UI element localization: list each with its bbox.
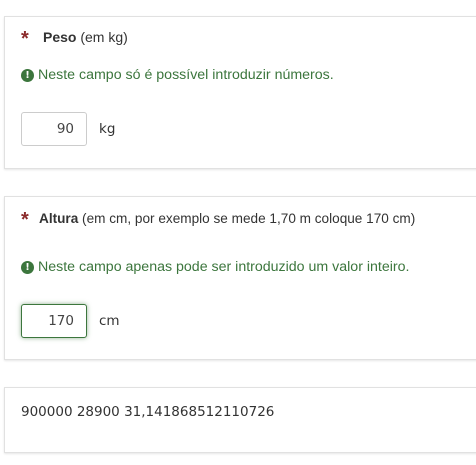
validation-tip-text: Neste campo só é possível introduzir núm… [38, 67, 334, 83]
exclamation-circle-icon: ! [21, 260, 34, 274]
question-label: * Altura (em cm, por exemplo se mede 1,70… [21, 209, 415, 232]
required-asterisk: * [21, 28, 29, 50]
numeric-answer-row: kg [21, 112, 115, 146]
exclamation-circle-icon: ! [21, 68, 34, 82]
question-title: Peso [43, 29, 77, 45]
question-altura: * Altura (em cm, por exemplo se mede 1,70… [4, 196, 476, 360]
equation-result-text: 900000 28900 31,141868512110726 [21, 404, 275, 420]
peso-input[interactable] [21, 112, 87, 146]
question-subtitle: (em kg) [76, 29, 128, 45]
altura-input[interactable] [21, 304, 87, 338]
question-subtitle: (em cm, por exemplo se mede 1,70 m coloq… [78, 211, 416, 226]
numeric-answer-row: cm [21, 304, 120, 338]
question-peso: * Peso (em kg) ! Neste campo só é possíve… [4, 16, 476, 169]
question-label: * Peso (em kg) [21, 28, 128, 51]
question-title: Altura [39, 211, 79, 226]
validation-tip: ! Neste campo apenas pode ser introduzid… [21, 259, 409, 275]
unit-label: cm [99, 313, 120, 329]
validation-tip: ! Neste campo só é possível introduzir n… [21, 67, 334, 83]
unit-label: kg [99, 121, 116, 137]
validation-tip-text: Neste campo apenas pode ser introduzido … [38, 259, 410, 275]
required-asterisk: * [21, 209, 29, 231]
equation-result-panel: 900000 28900 31,141868512110726 [4, 387, 476, 453]
